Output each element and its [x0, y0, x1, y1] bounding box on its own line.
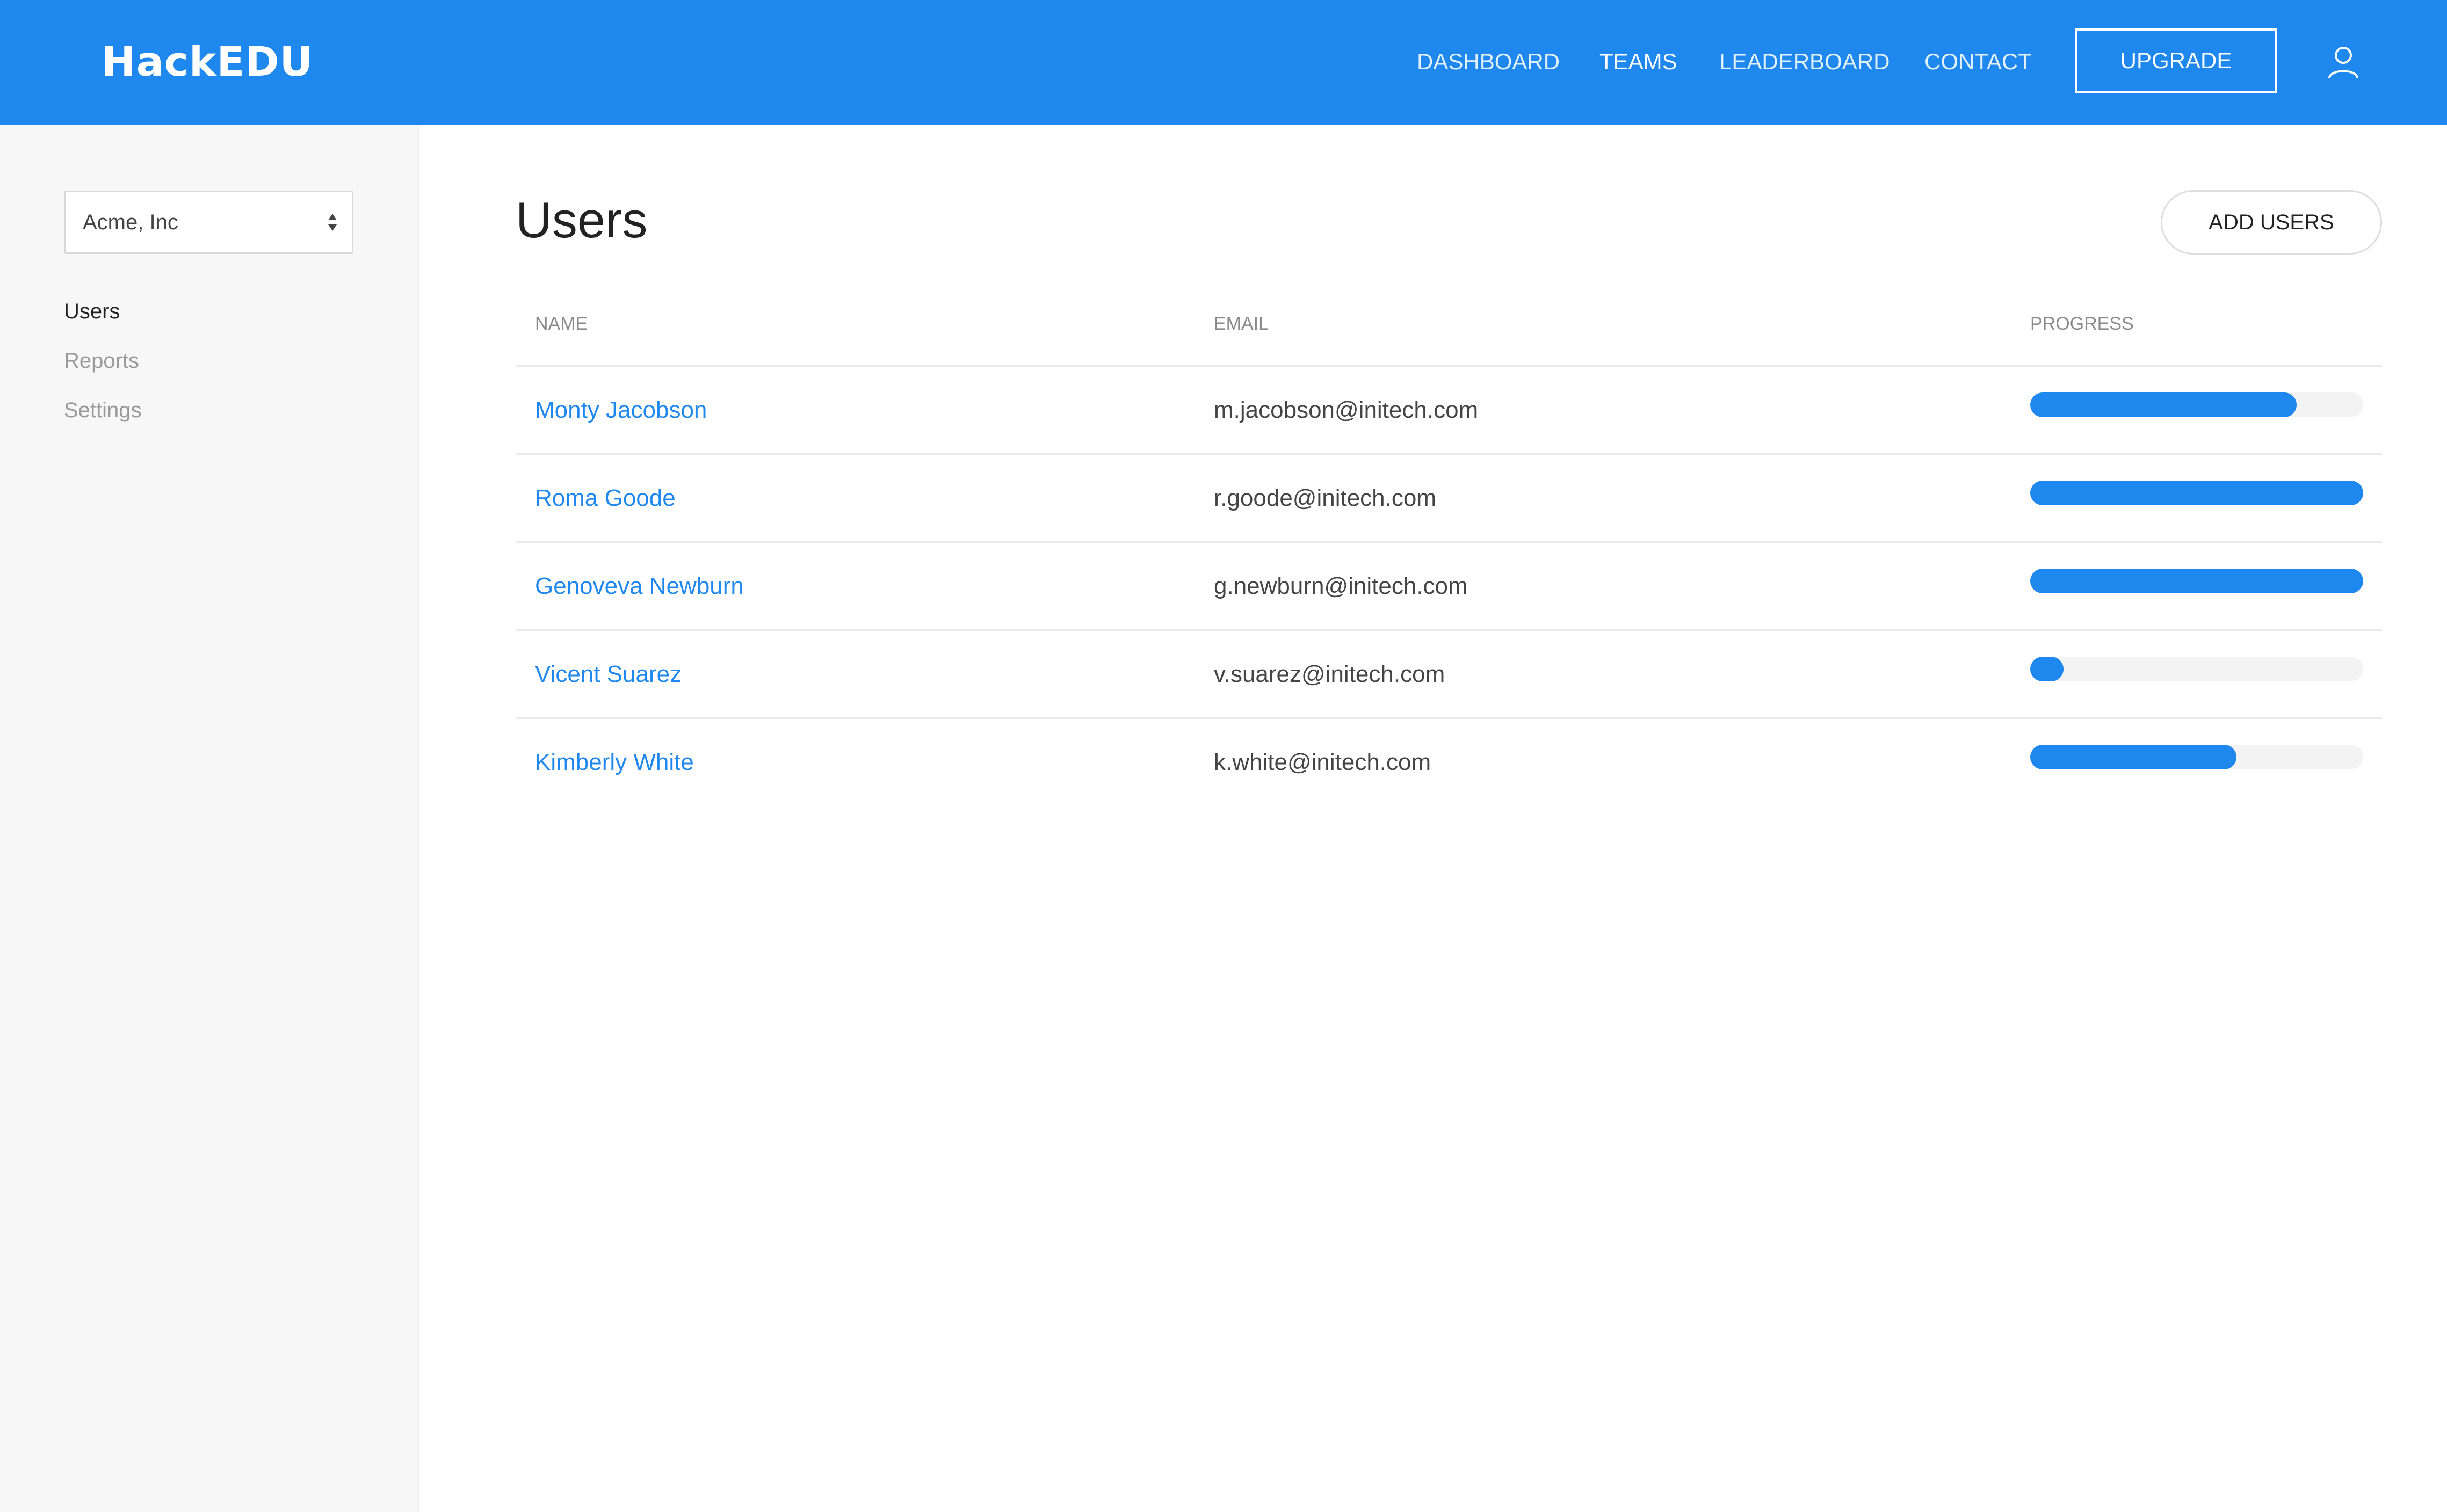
nav-contact[interactable]: CONTACT [1924, 47, 2032, 76]
sidebar-item-settings[interactable]: Settings [64, 395, 142, 425]
user-name-link[interactable]: Genoveva Newburn [535, 543, 744, 629]
progress-bar [2030, 569, 2363, 593]
top-navigation-bar: HackEDU DASHBOARD TEAMS LEADERBOARD CONT… [0, 0, 2447, 125]
select-arrows-icon [327, 213, 338, 232]
organization-select[interactable]: Acme, Inc [64, 191, 353, 254]
table-row: Roma Goode r.goode@initech.com [516, 453, 2382, 541]
nav-dashboard[interactable]: DASHBOARD [1417, 47, 1560, 76]
user-email: v.suarez@initech.com [1214, 661, 1445, 687]
sidebar-item-users[interactable]: Users [64, 296, 120, 326]
user-icon[interactable] [2327, 45, 2359, 79]
user-name-link[interactable]: Vicent Suarez [535, 631, 682, 717]
user-email: m.jacobson@initech.com [1214, 397, 1479, 423]
user-email: g.newburn@initech.com [1214, 573, 1468, 599]
add-users-button[interactable]: ADD USERS [2161, 190, 2382, 255]
table-row: Monty Jacobson m.jacobson@initech.com [516, 365, 2382, 453]
progress-bar-fill [2030, 481, 2363, 505]
progress-bar-fill [2030, 569, 2363, 593]
upgrade-button[interactable]: UPGRADE [2075, 28, 2277, 93]
table-row: Kimberly White k.white@initech.com [516, 717, 2382, 805]
progress-bar-fill [2030, 657, 2064, 681]
sidebar-item-reports[interactable]: Reports [64, 346, 139, 376]
column-header-progress[interactable]: PROGRESS [2030, 311, 2134, 336]
user-name-link[interactable]: Kimberly White [535, 719, 694, 805]
progress-bar [2030, 745, 2363, 769]
organization-select-value: Acme, Inc [83, 210, 178, 234]
page-title: Users [516, 192, 648, 248]
progress-bar [2030, 392, 2363, 417]
nav-teams[interactable]: TEAMS [1599, 47, 1677, 76]
progress-bar-fill [2030, 392, 2297, 417]
progress-bar [2030, 481, 2363, 505]
nav-leaderboard[interactable]: LEADERBOARD [1719, 47, 1889, 76]
sidebar [0, 125, 419, 1512]
user-email: k.white@initech.com [1214, 749, 1431, 775]
user-name-link[interactable]: Monty Jacobson [535, 367, 707, 453]
column-header-name[interactable]: NAME [535, 311, 588, 336]
user-email: r.goode@initech.com [1214, 485, 1437, 511]
column-header-email[interactable]: EMAIL [1214, 311, 1269, 336]
hackedu-logo[interactable]: HackEDU [102, 38, 313, 86]
table-row: Genoveva Newburn g.newburn@initech.com [516, 541, 2382, 629]
progress-bar-fill [2030, 745, 2237, 769]
table-row: Vicent Suarez v.suarez@initech.com [516, 629, 2382, 717]
progress-bar [2030, 657, 2363, 681]
user-name-link[interactable]: Roma Goode [535, 455, 676, 541]
